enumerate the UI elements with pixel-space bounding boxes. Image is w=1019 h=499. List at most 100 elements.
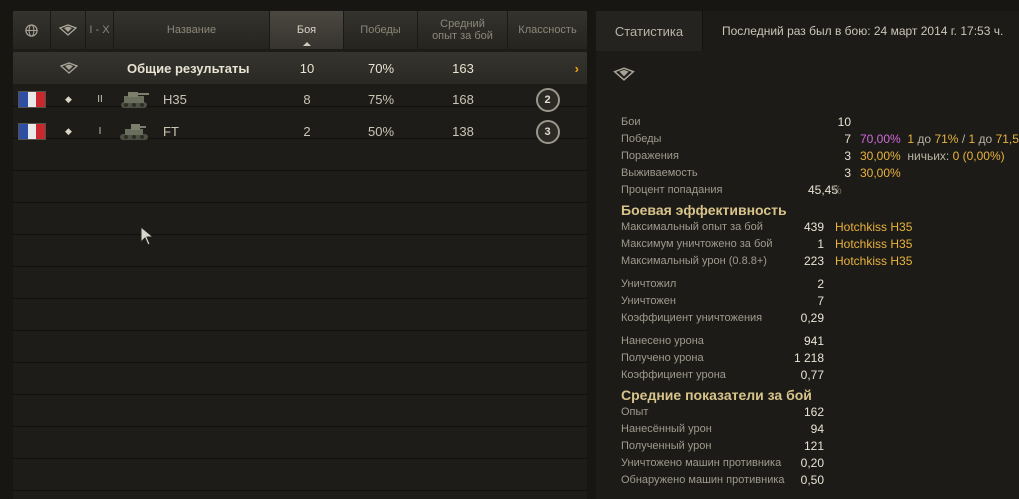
stat-damage-dealt: Нанесено урона 941 xyxy=(621,333,1016,350)
stat-label: Опыт xyxy=(621,406,649,418)
stat-damage-received: Получено урона 1 218 xyxy=(621,350,1016,367)
class-cell: 3 xyxy=(508,116,587,147)
sort-tier-button[interactable]: I - X xyxy=(86,11,114,49)
tank-image-icon xyxy=(120,123,148,140)
name-header-label: Название xyxy=(166,24,217,36)
max-xp-tank: Hotchkiss H35 xyxy=(835,220,913,234)
sort-nation-button[interactable] xyxy=(13,11,51,49)
total-wins: 70% xyxy=(367,60,395,76)
draws-label: ничьих: xyxy=(907,149,950,163)
nation-cell xyxy=(13,84,51,115)
stat-value: 0,77 xyxy=(800,368,824,382)
stat-value: 7 xyxy=(844,132,851,146)
wins-next2-pct: 71,5% xyxy=(995,132,1019,146)
stat-label: Полученный урон xyxy=(621,440,712,452)
light-tank-icon: ◆ xyxy=(65,94,72,104)
mastery-badge-icon: 2 xyxy=(535,87,560,112)
total-type-cell xyxy=(51,52,86,84)
wins-next1-count: 1 xyxy=(907,132,915,146)
max-kills-tank: Hotchkiss H35 xyxy=(835,237,913,251)
wins-cell: 75% xyxy=(367,92,395,107)
total-battles: 10 xyxy=(299,60,315,76)
stat-label: Уничтожено машин противника xyxy=(621,457,782,469)
stat-survival: Выживаемость 3 30,00% xyxy=(621,165,1016,182)
stat-losses: Поражения 3 30,00% ничьих: 0 (0,00%) xyxy=(621,148,1016,165)
stat-battles: Бои 10 xyxy=(621,114,1016,131)
stat-label: Максимальный опыт за бой xyxy=(621,221,763,233)
total-cell-class: › xyxy=(508,52,587,84)
stat-label: Коэффициент урона xyxy=(621,369,726,381)
stat-label: Бои xyxy=(621,116,641,128)
light-tank-icon: ◆ xyxy=(65,126,72,136)
stat-value: 2 xyxy=(817,277,824,291)
battles-cell: 8 xyxy=(303,92,311,107)
stat-max-xp: Максимальный опыт за бой 439 Hotchkiss H… xyxy=(621,219,1016,236)
wins-next2-count: 1 xyxy=(968,132,976,146)
stat-label: Максимальный урон (0.8.8+) xyxy=(621,255,767,267)
stat-destroyed: Уничтожил 2 xyxy=(621,276,1016,293)
stats-list: Бои 10 Победы 7 70,00% 1 до 71% / 1 до 7… xyxy=(621,114,1019,489)
stat-value: 1 xyxy=(817,237,824,251)
losses-pct: 30,00% xyxy=(860,149,901,163)
wins-next1-pct: 71% xyxy=(934,132,959,146)
name-cell: FT xyxy=(114,116,270,147)
total-avg-xp: 163 xyxy=(452,60,474,76)
battles-header-label: Боя xyxy=(296,24,317,36)
wins-next2-to: до xyxy=(978,132,993,146)
table-row[interactable]: ◆ II H35 8 75% 168 2 xyxy=(13,84,587,115)
stat-label: Нанесено урона xyxy=(621,335,704,347)
max-dmg-tank: Hotchkiss H35 xyxy=(835,254,913,268)
stat-label: Коэффициент уничтожения xyxy=(621,312,763,324)
battles-cell: 2 xyxy=(303,124,311,139)
stat-value: 7 xyxy=(817,294,824,308)
sort-wins-button[interactable]: Победы xyxy=(344,11,418,49)
stat-label: Нанесённый урон xyxy=(621,423,712,435)
sort-class-button[interactable]: Классность xyxy=(508,11,587,49)
sort-type-button[interactable] xyxy=(51,11,86,49)
stat-killed: Уничтожен 7 xyxy=(621,293,1016,310)
total-tier-cell xyxy=(86,52,114,84)
stat-extra: 70,00% 1 до 71% / 1 до 71,5% xyxy=(860,132,1019,146)
nation-cell xyxy=(13,116,51,147)
stat-extra: 30,00% ничьих: 0 (0,00%) xyxy=(860,149,1005,163)
wins-header-label: Победы xyxy=(360,24,401,36)
type-cell: ◆ xyxy=(51,116,86,147)
sort-name-button[interactable]: Название xyxy=(114,11,270,49)
wins-cell: 50% xyxy=(367,124,395,139)
stat-value: 121 xyxy=(803,439,824,453)
total-name: Общие результаты xyxy=(127,60,250,76)
stat-avg-damage: Нанесённый урон 94 xyxy=(621,421,1016,438)
stat-hit-ratio: Процент попадания 45,45 % xyxy=(621,182,1016,199)
vehicle-table: I - X Название Боя Победы Средний опыт за… xyxy=(13,11,587,499)
france-flag-icon xyxy=(18,91,46,108)
vehicle-type-icon xyxy=(59,24,77,36)
stat-value: 0,20 xyxy=(800,456,824,470)
stat-label: Выживаемость xyxy=(621,167,698,179)
tank-name: H35 xyxy=(163,92,187,107)
chevron-right-icon: › xyxy=(574,60,579,76)
sort-avg-xp-button[interactable]: Средний опыт за бой xyxy=(418,11,508,49)
stat-max-kills: Максимум уничтожено за бой 1 Hotchkiss H… xyxy=(621,236,1016,253)
tab-bar: Статистика Последний раз был в бою: 24 м… xyxy=(596,11,1019,51)
stat-label: Уничтожил xyxy=(621,278,677,290)
vehicle-type-icon xyxy=(613,67,635,81)
stat-avg-spotted: Обнаружено машин противника 0,50 xyxy=(621,472,1016,489)
avg-xp-header-label: Средний опыт за бой xyxy=(432,18,493,42)
class-cell: 2 xyxy=(508,84,587,115)
tank-image-icon xyxy=(121,91,149,108)
name-cell: H35 xyxy=(114,84,270,115)
sort-battles-button[interactable]: Боя xyxy=(270,11,344,49)
total-results-row[interactable]: Общие результаты 10 70% 163 › xyxy=(13,52,587,84)
stat-value: 941 xyxy=(803,334,824,348)
table-row[interactable]: ◆ I FT 2 50% 138 3 xyxy=(13,116,587,147)
avg-xp-header-line1: Средний xyxy=(440,18,485,30)
stat-avg-kills: Уничтожено машин противника 0,20 xyxy=(621,455,1016,472)
tier-cell: I xyxy=(98,126,102,137)
stat-value: 94 xyxy=(810,422,824,436)
stat-label: Максимум уничтожено за бой xyxy=(621,238,773,250)
stat-value: 10 xyxy=(837,115,851,129)
vehicle-type-icon xyxy=(59,62,78,74)
tab-statistics[interactable]: Статистика xyxy=(596,11,703,51)
table-header: I - X Название Боя Победы Средний опыт за… xyxy=(13,11,587,49)
tank-name: FT xyxy=(163,124,179,139)
